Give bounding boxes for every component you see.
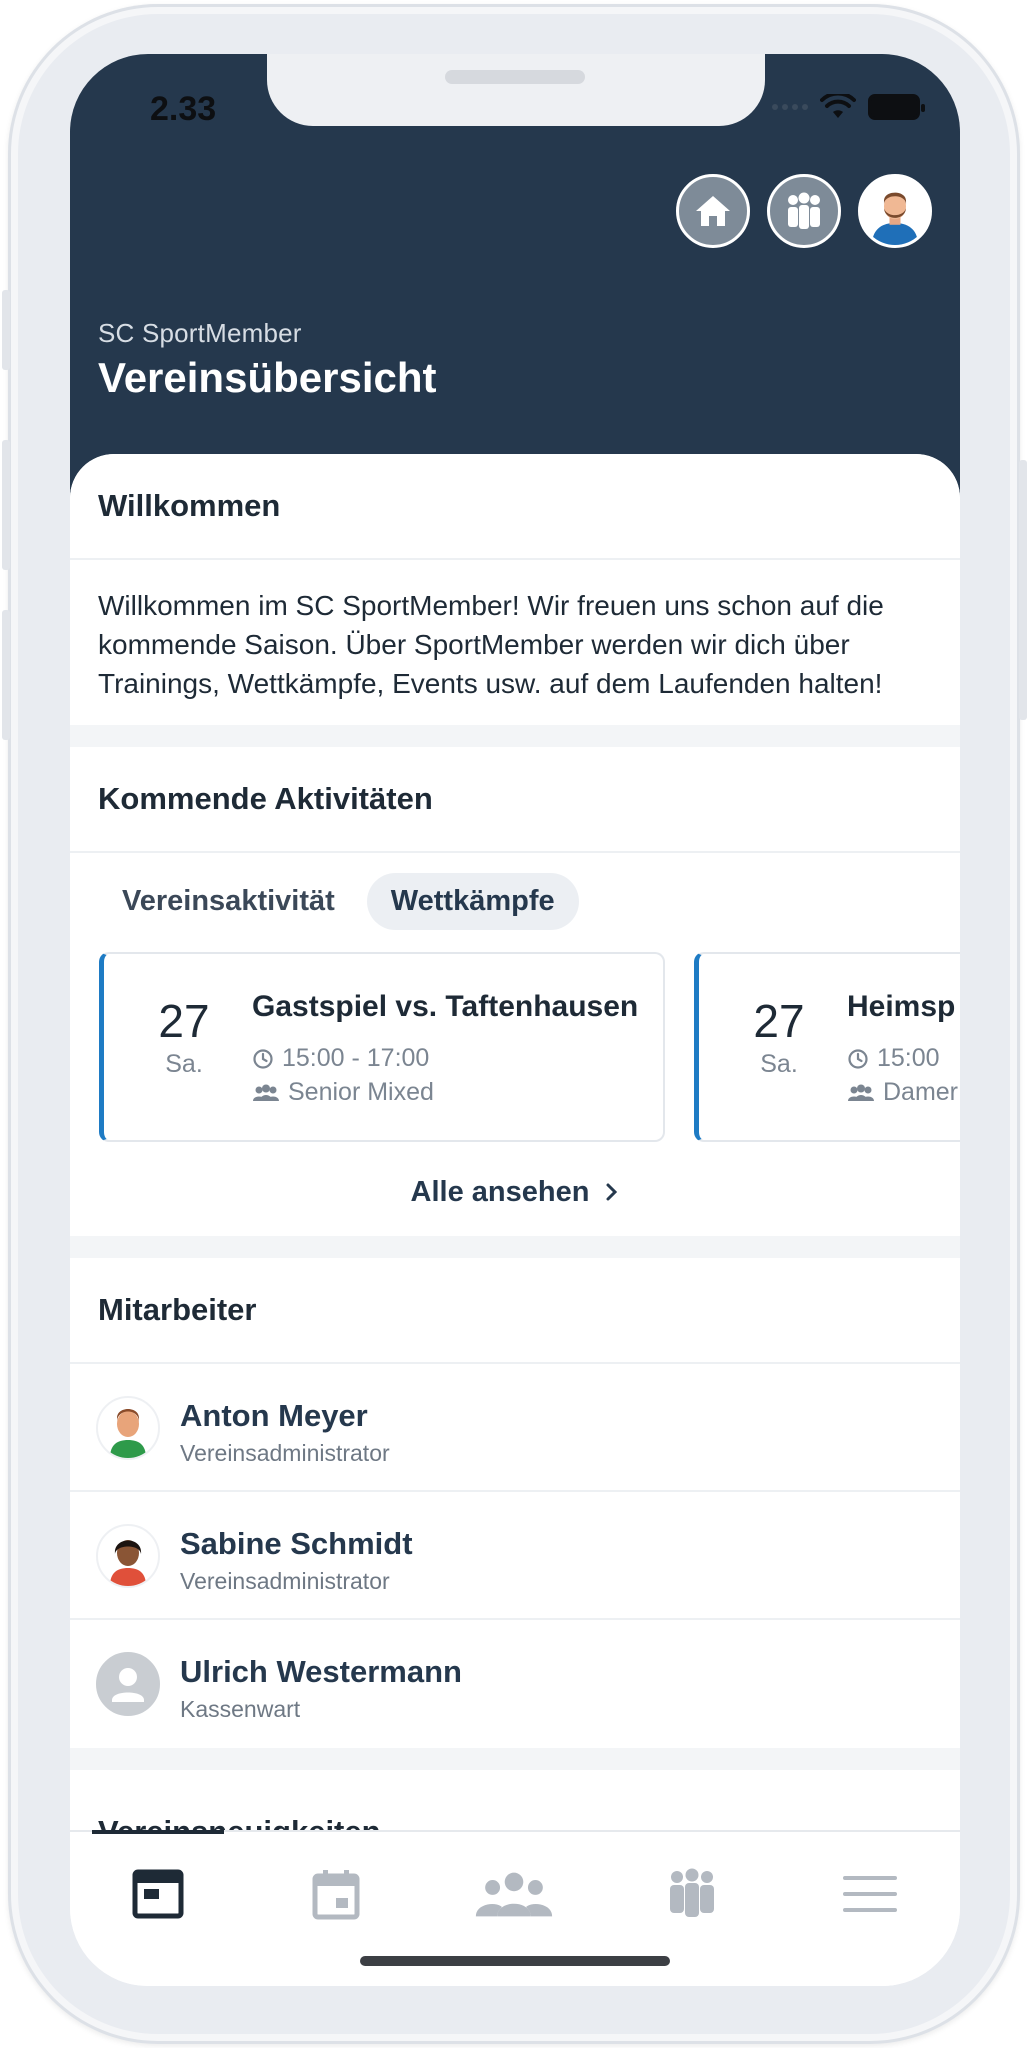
profile-avatar-icon [861,177,929,245]
card-time: 15:00 [877,1044,940,1072]
side-button-volume-up [2,440,10,570]
card-day: 27 [753,995,805,1047]
battery-icon [868,94,925,120]
wifi-icon [820,94,856,118]
cellular-icon [772,104,808,110]
home-indicator[interactable] [360,1956,670,1966]
card-team-row: Damer [847,1078,958,1107]
activities-section: Kommende Aktivitäten Vereinsaktivität We… [70,747,960,1236]
tab-wettkaempfe[interactable]: Wettkämpfe [366,873,579,930]
activity-card[interactable]: 27 Sa. Heimsp 15:00 Damer [694,952,960,1142]
staff-row[interactable]: Anton Meyer Vereinsadministrator [70,1364,960,1492]
members-icon [475,1872,553,1917]
woman-avatar-icon [110,1540,146,1586]
avatar [96,1652,160,1716]
nav-overview[interactable] [118,1862,198,1926]
card-time-row: 15:00 - 17:00 [252,1044,429,1073]
nav-menu[interactable] [830,1862,910,1926]
phone-screen: 2.33 SC SportMember Vereinsübersicht Wil… [70,54,960,1986]
activity-cards-carousel[interactable]: 27 Sa. Gastspiel vs. Taftenhausen 15:00 … [70,952,960,1148]
staff-name: Anton Meyer [180,1398,368,1433]
club-groups-button[interactable] [767,174,841,248]
team-icon [253,1084,279,1101]
section-divider [70,1748,960,1770]
card-time-row: 15:00 [847,1044,940,1073]
home-button[interactable] [676,174,750,248]
activities-title: Kommende Aktivitäten [70,747,960,853]
staff-row[interactable]: Sabine Schmidt Vereinsadministrator [70,1492,960,1620]
staff-row[interactable]: Ulrich Westermann Kassenwart [70,1620,960,1748]
activity-tabs: Vereinsaktivität Wettkämpfe [70,853,960,944]
group-icon [788,192,820,229]
tab-vereinsaktivitaet[interactable]: Vereinsaktivität [98,873,359,930]
page-title: Vereinsübersicht [98,354,437,401]
speaker-grille [445,70,585,84]
staff-role: Kassenwart [180,1696,301,1722]
staff-role: Vereinsadministrator [180,1568,390,1594]
main-content[interactable]: Willkommen Willkommen im SC SportMember!… [70,454,960,1884]
profile-button[interactable] [858,174,932,248]
user-placeholder-icon [112,1668,144,1702]
bottom-navigation [70,1830,960,1986]
avatar [96,1524,160,1588]
section-divider [70,725,960,747]
chevron-right-icon [606,1183,618,1201]
home-icon [696,196,730,226]
welcome-section: Willkommen Willkommen im SC SportMember!… [70,454,960,725]
staff-role: Vereinsadministrator [180,1440,390,1466]
activity-card[interactable]: 27 Sa. Gastspiel vs. Taftenhausen 15:00 … [99,952,665,1142]
welcome-title: Willkommen [70,454,960,560]
overview-icon [132,1869,184,1919]
card-team: Senior Mixed [288,1078,434,1106]
card-weekday: Sa. [165,1050,203,1078]
staff-title: Mitarbeiter [70,1258,960,1364]
nav-active-indicator [92,1830,224,1834]
man-avatar-icon [110,1409,146,1458]
notch [267,54,765,126]
side-button-volume-down [2,610,10,740]
see-all-link[interactable]: Alle ansehen [70,1148,960,1236]
card-weekday: Sa. [760,1050,798,1078]
club-name: SC SportMember [98,318,302,348]
section-divider [70,1236,960,1258]
staff-name: Ulrich Westermann [180,1654,462,1689]
nav-calendar[interactable] [296,1862,376,1926]
calendar-icon [312,1870,360,1920]
staff-section: Mitarbeiter Anton Meyer Vereinsadministr… [70,1258,960,1748]
see-all-label: Alle ansehen [410,1175,590,1208]
avatar [96,1396,160,1460]
card-title: Heimsp [847,990,956,1023]
welcome-text: Willkommen im SC SportMember! Wir freuen… [98,590,884,699]
card-team: Damer [883,1078,959,1106]
menu-icon [843,1876,897,1912]
side-button-power [1019,460,1027,720]
status-icons [772,94,925,120]
card-day: 27 [158,995,210,1047]
card-time: 15:00 - 17:00 [282,1044,430,1072]
staff-name: Sabine Schmidt [180,1526,413,1561]
nav-teams[interactable] [652,1862,732,1926]
status-time: 2.33 [150,90,217,128]
teams-icon [670,1868,714,1917]
side-button-mute [2,290,10,370]
clock-icon [253,1048,273,1069]
card-team-row: Senior Mixed [252,1078,434,1107]
nav-members[interactable] [474,1862,554,1926]
card-title: Gastspiel vs. Taftenhausen [252,990,639,1023]
team-icon [848,1084,874,1101]
app-header: 2.33 SC SportMember Vereinsübersicht [70,54,960,514]
clock-icon [848,1048,868,1069]
